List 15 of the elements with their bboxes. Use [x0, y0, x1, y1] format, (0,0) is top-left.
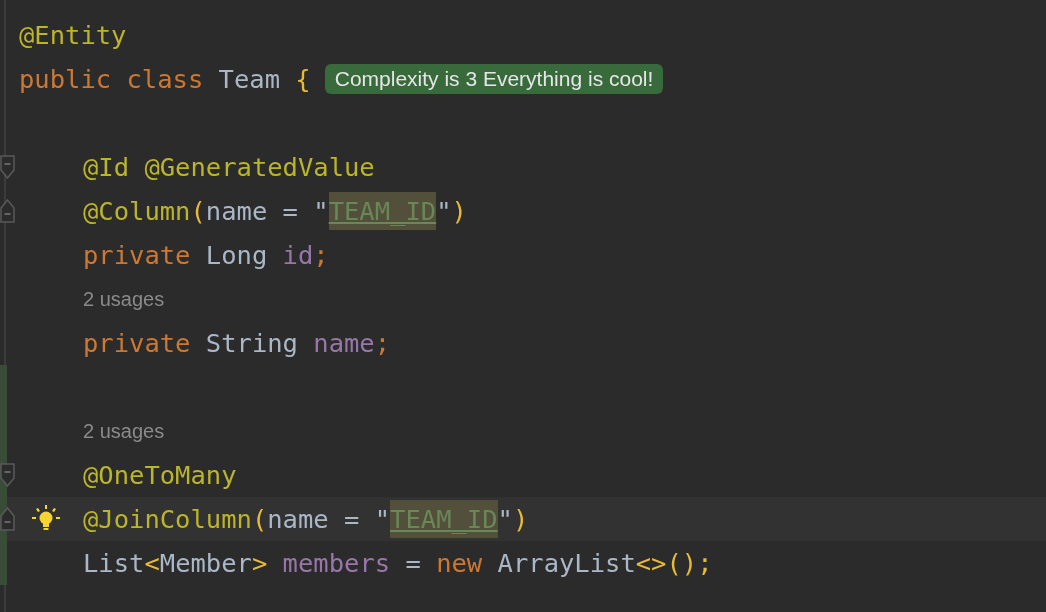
code-line: @OneToMany [83, 460, 237, 490]
code-line: @Id @GeneratedValue [83, 152, 375, 182]
usages-hint[interactable]: 2 usages [83, 287, 165, 311]
complexity-badge: Complexity is 3 Everything is cool! [324, 64, 664, 94]
code-line: public class Team { [19, 64, 311, 94]
code-editor[interactable] [0, 0, 1046, 612]
fold-icon[interactable] [0, 463, 15, 487]
fold-icon[interactable] [0, 507, 15, 531]
code-line: @Entity [19, 20, 127, 50]
code-line: List<Member> members = new ArrayList<>(); [83, 548, 713, 578]
code-line: private String name; [83, 328, 391, 358]
code-line: private Long id; [83, 240, 329, 270]
fold-icon[interactable] [0, 155, 15, 179]
usages-hint[interactable]: 2 usages [83, 419, 165, 443]
fold-icon[interactable] [0, 199, 15, 223]
